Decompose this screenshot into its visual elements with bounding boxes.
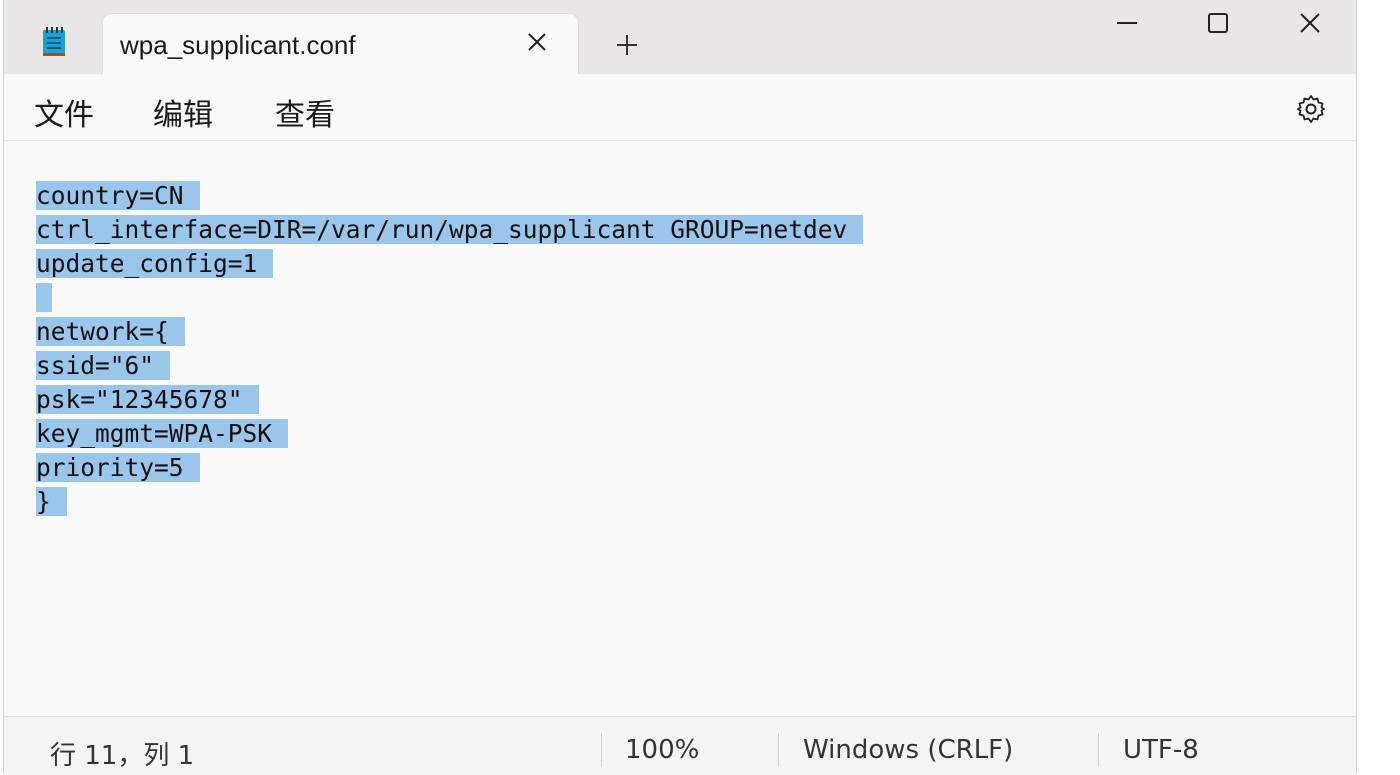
zoom-level[interactable]: 100%: [625, 735, 699, 765]
code-line: ctrl_interface=DIR=/var/run/wpa_supplica…: [36, 213, 864, 247]
code-line: ssid="6": [36, 349, 863, 383]
close-icon[interactable]: [1264, 0, 1356, 46]
tab-title: wpa_supplicant.conf: [120, 30, 356, 60]
notepad-window: wpa_supplicant.conf 文件 编辑 查看 country=CN …: [3, 0, 1357, 775]
code-line: country=CN: [36, 179, 863, 213]
code-line: update_config=1: [36, 247, 863, 281]
gear-icon[interactable]: [1294, 92, 1328, 126]
status-divider: [601, 733, 602, 767]
text-editor[interactable]: country=CN ctrl_interface=DIR=/var/run/w…: [4, 141, 1356, 715]
editor-content[interactable]: country=CN ctrl_interface=DIR=/var/run/w…: [36, 179, 864, 519]
code-line: [36, 281, 863, 315]
code-line: network={: [36, 315, 863, 349]
code-text: psk="12345678": [36, 385, 259, 414]
plus-icon[interactable]: [610, 28, 644, 62]
title-bar[interactable]: wpa_supplicant.conf: [4, 0, 1356, 75]
menu-file[interactable]: 文件: [34, 90, 94, 134]
menu-edit[interactable]: 编辑: [153, 90, 213, 134]
cursor-position: 行 11，列 1: [50, 741, 195, 771]
maximize-icon[interactable]: [1172, 0, 1264, 46]
status-divider: [778, 733, 779, 767]
notepad-icon: [42, 26, 66, 58]
code-text: country=CN: [36, 181, 200, 210]
close-icon[interactable]: [523, 28, 551, 56]
code-text: [36, 283, 52, 312]
status-bar: 行 11，列 1 100% Windows (CRLF) UTF-8: [4, 716, 1356, 775]
status-divider: [1098, 733, 1099, 767]
code-text: network={: [36, 317, 185, 346]
code-text: }: [36, 487, 67, 516]
code-line: }: [36, 485, 863, 519]
code-text: priority=5: [36, 453, 200, 482]
menu-view[interactable]: 查看: [275, 90, 335, 134]
encoding[interactable]: UTF-8: [1123, 735, 1199, 765]
minimize-icon[interactable]: [1081, 0, 1173, 46]
code-line: priority=5: [36, 451, 863, 485]
line-ending[interactable]: Windows (CRLF): [803, 735, 1013, 765]
code-text: ssid="6": [36, 351, 171, 380]
code-text: update_config=1: [36, 249, 274, 278]
menu-bar: 文件 编辑 查看: [4, 74, 1356, 141]
code-line: psk="12345678": [36, 383, 863, 417]
code-text: key_mgmt=WPA-PSK: [36, 419, 289, 448]
document-tab[interactable]: wpa_supplicant.conf: [102, 13, 579, 75]
code-line: key_mgmt=WPA-PSK: [36, 417, 863, 451]
code-text: ctrl_interface=DIR=/var/run/wpa_supplica…: [36, 215, 864, 244]
